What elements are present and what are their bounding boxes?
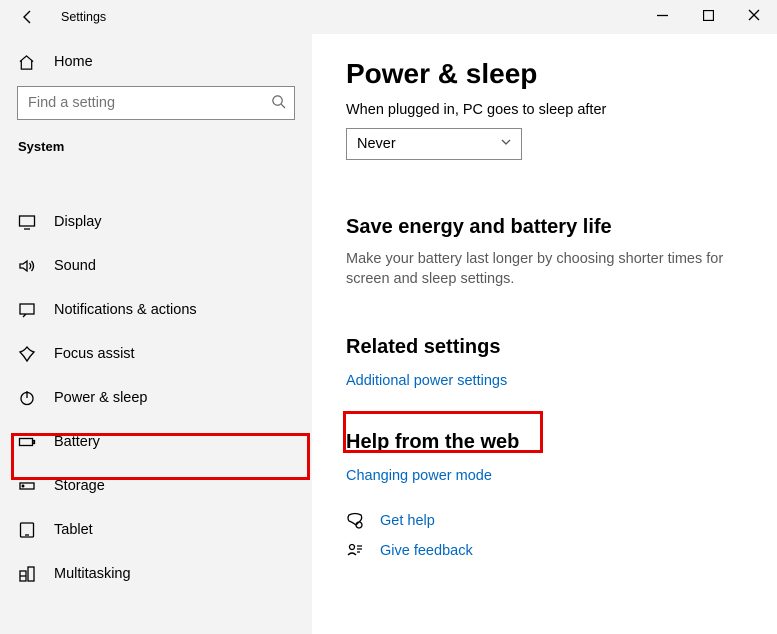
get-help-link[interactable]: Get help — [380, 513, 435, 529]
sidebar-home-label: Home — [54, 54, 93, 70]
home-icon — [18, 54, 38, 71]
multitasking-icon — [18, 565, 38, 583]
search-box[interactable] — [17, 86, 295, 120]
sidebar-item-focus-assist[interactable]: Focus assist — [0, 332, 312, 376]
give-feedback-link[interactable]: Give feedback — [380, 543, 473, 559]
page-title: Power & sleep — [346, 58, 747, 90]
maximize-button[interactable] — [685, 0, 731, 30]
window-title: Settings — [61, 10, 106, 24]
sidebar-item-label: Notifications & actions — [54, 302, 197, 318]
power-icon — [18, 389, 38, 407]
sidebar-item-label: Power & sleep — [54, 390, 148, 406]
energy-description: Make your battery last longer by choosin… — [346, 249, 726, 290]
additional-power-settings-link[interactable]: Additional power settings — [346, 373, 507, 389]
related-heading: Related settings — [346, 336, 747, 359]
sidebar-item-sound[interactable]: Sound — [0, 244, 312, 288]
sidebar-item-notifications[interactable]: Notifications & actions — [0, 288, 312, 332]
sidebar-item-display[interactable]: Display — [0, 200, 312, 244]
focus-assist-icon — [18, 345, 38, 363]
back-button[interactable] — [17, 6, 39, 28]
sidebar-item-tablet[interactable]: Tablet — [0, 508, 312, 552]
storage-icon — [18, 477, 38, 495]
sidebar-item-label: Tablet — [54, 522, 93, 538]
help-heading: Help from the web — [346, 431, 747, 454]
chevron-down-icon — [500, 136, 512, 152]
plugged-in-label: When plugged in, PC goes to sleep after — [346, 102, 747, 118]
sidebar-home[interactable]: Home — [0, 42, 312, 82]
sidebar-item-label: Storage — [54, 478, 105, 494]
tablet-icon — [18, 521, 38, 539]
minimize-button[interactable] — [639, 0, 685, 30]
nav-list: Display Sound Notifications & actions Fo… — [0, 166, 312, 596]
sleep-dropdown[interactable]: Never — [346, 128, 522, 160]
sidebar: Home System Display Sound — [0, 34, 312, 634]
sidebar-item-label: Focus assist — [54, 346, 135, 362]
sidebar-item-label: Battery — [54, 434, 100, 450]
sleep-dropdown-value: Never — [357, 136, 396, 152]
changing-power-mode-link[interactable]: Changing power mode — [346, 468, 492, 484]
sidebar-item-battery[interactable]: Battery — [0, 420, 312, 464]
sidebar-item-storage[interactable]: Storage — [0, 464, 312, 508]
feedback-icon — [346, 542, 368, 560]
window-controls — [639, 0, 777, 30]
category-header: System — [0, 120, 312, 166]
sound-icon — [18, 257, 38, 275]
search-input[interactable] — [28, 95, 271, 111]
sidebar-item-multitasking[interactable]: Multitasking — [0, 552, 312, 596]
sidebar-item-label: Display — [54, 214, 102, 230]
display-icon — [18, 213, 38, 231]
search-icon — [271, 94, 286, 112]
sidebar-item-label: Multitasking — [54, 566, 131, 582]
get-help-icon — [346, 512, 368, 530]
sidebar-item-power-sleep[interactable]: Power & sleep — [0, 376, 312, 420]
notifications-icon — [18, 301, 38, 319]
close-button[interactable] — [731, 0, 777, 30]
main-content: Power & sleep When plugged in, PC goes t… — [312, 34, 777, 634]
energy-heading: Save energy and battery life — [346, 216, 747, 239]
sidebar-item-label: Sound — [54, 258, 96, 274]
battery-icon — [18, 433, 38, 451]
